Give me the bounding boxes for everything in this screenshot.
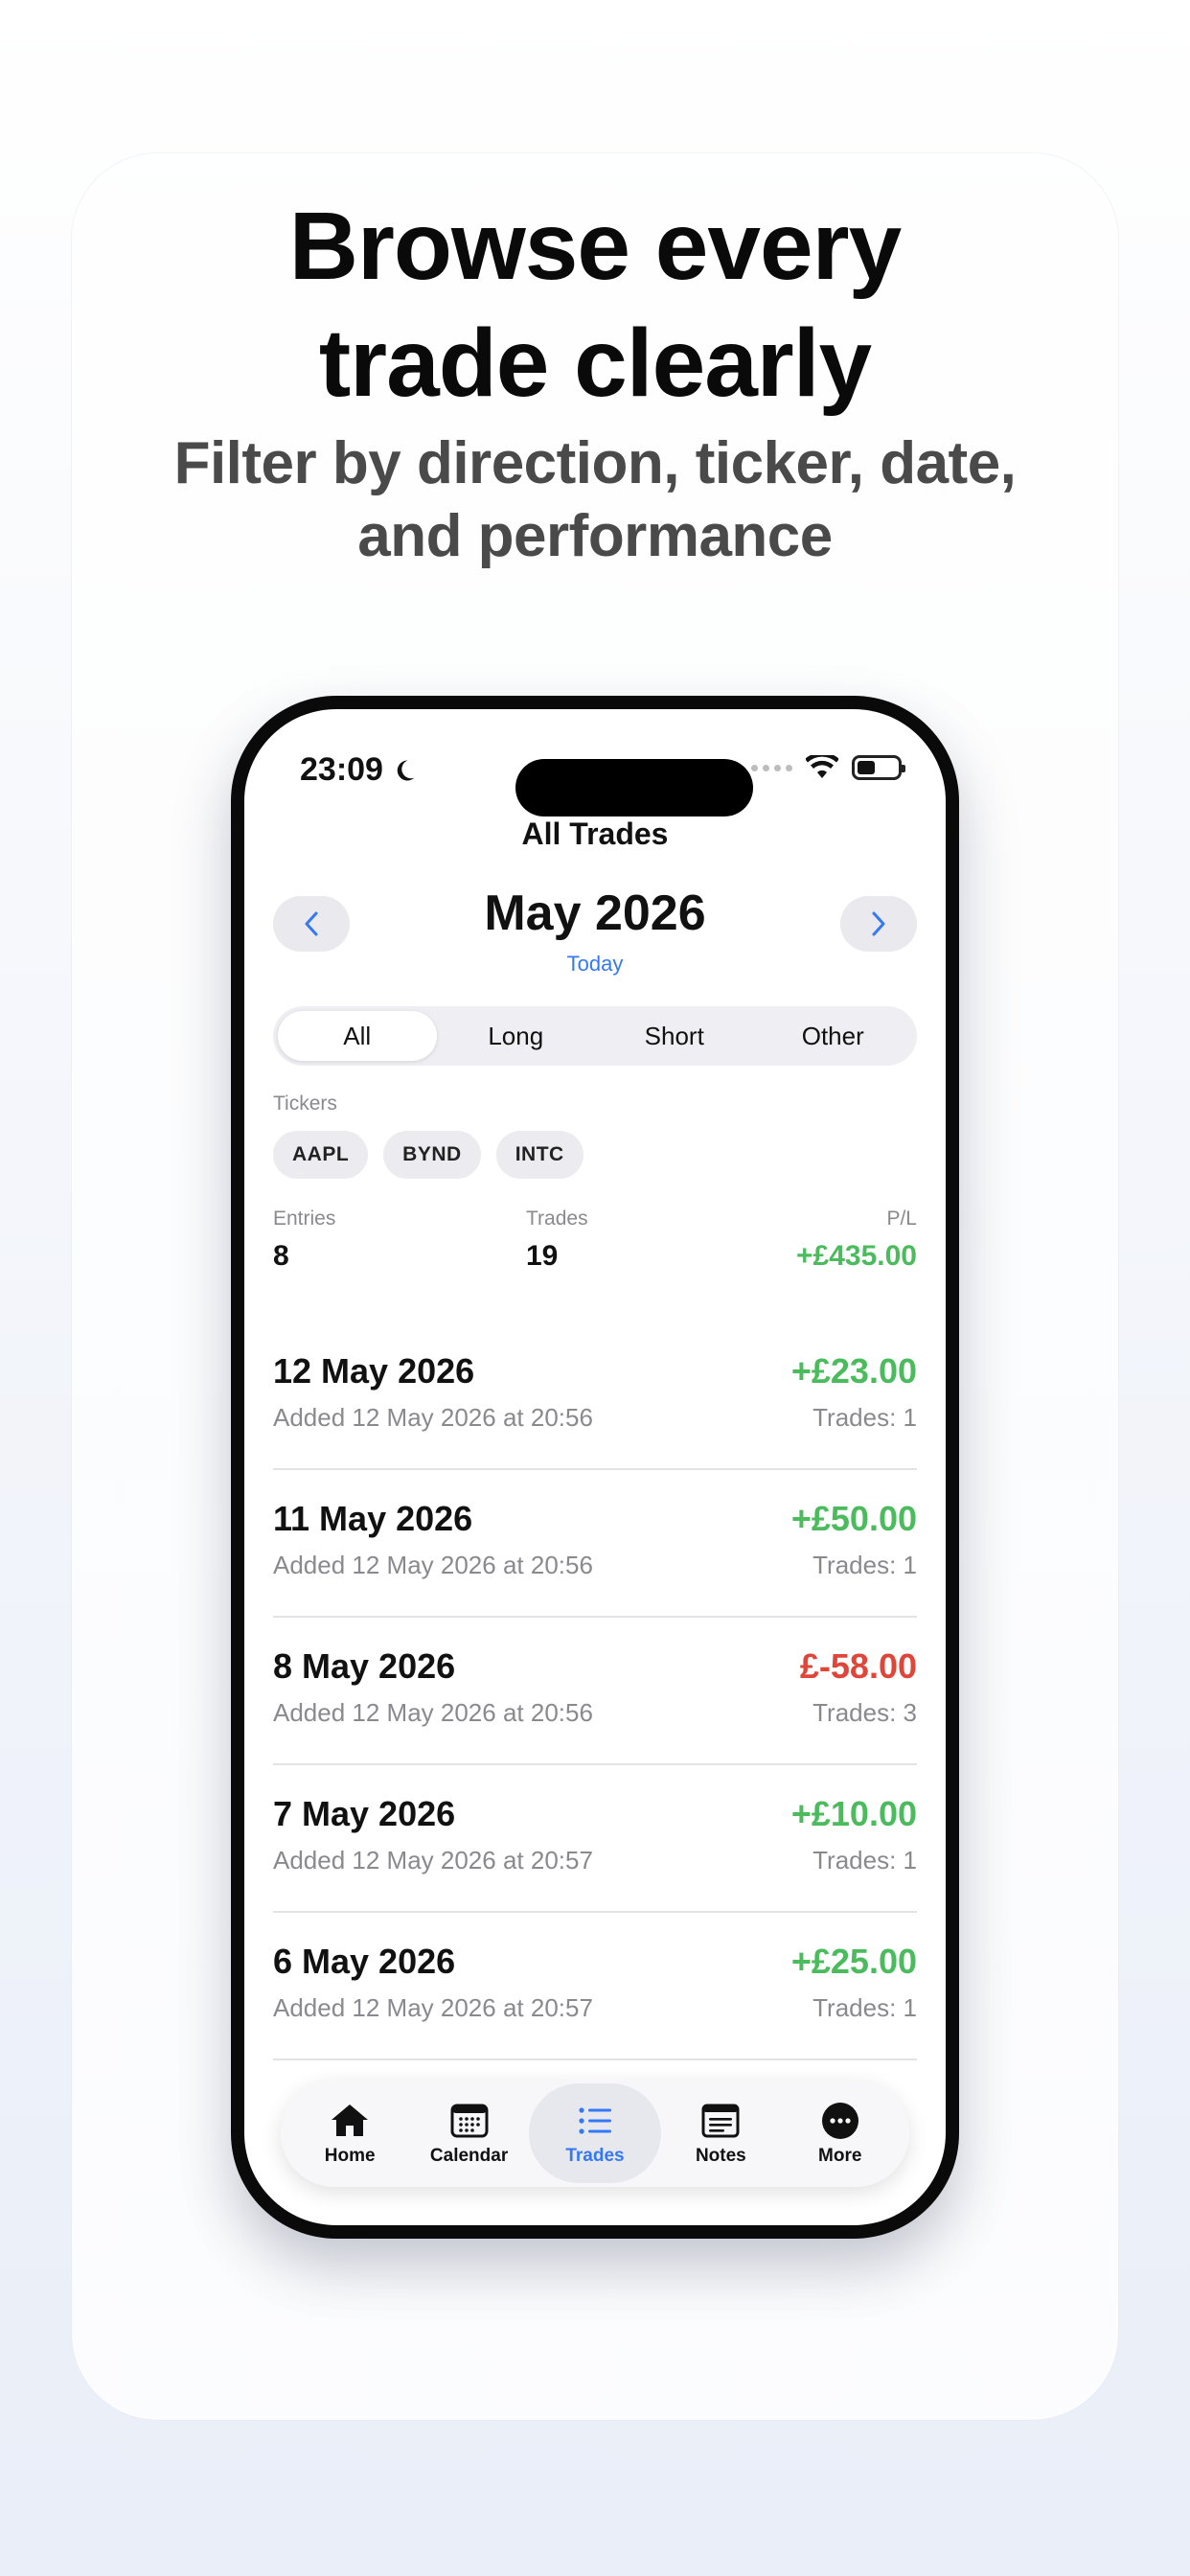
entry-date: 11 May 2026 [273,1499,473,1538]
dynamic-island [515,759,753,816]
trades-stat: Trades 19 [526,1208,588,1273]
filter-other[interactable]: Other [754,1011,913,1061]
tab-more[interactable]: More [781,2083,900,2183]
wifi-icon [806,755,838,778]
trade-list: 12 May 2026 Added 12 May 2026 at 20:56 +… [273,1322,917,2208]
entry-date: 8 May 2026 [273,1646,456,1686]
next-month-button[interactable] [840,896,917,952]
tab-trades[interactable]: Trades [528,2083,661,2183]
subheadline-line-2: and performance [357,503,833,569]
tab-home-label: Home [324,2146,376,2166]
ticker-chip-bynd[interactable]: BYND [383,1131,481,1179]
moon-icon [397,759,415,780]
entry-added: Added 12 May 2026 at 20:57 [273,1846,593,1874]
entry-pl: +£23.00 [790,1351,917,1391]
entry-pl: +£10.00 [790,1794,917,1833]
headline-line-2: trade clearly [318,310,872,417]
tickers-label: Tickers [273,1092,337,1115]
filter-all[interactable]: All [278,1011,437,1061]
ticker-chips: AAPL BYND INTC [273,1131,584,1179]
phone-screen: 23:09 All Trades May 2026 Today All Long… [244,709,946,2225]
entry-pl: +£50.00 [790,1499,917,1538]
headline-line-1: Browse every [288,193,902,300]
entry-pl: +£25.00 [790,1942,917,1981]
ticker-chip-aapl[interactable]: AAPL [273,1131,369,1179]
list-item[interactable]: 7 May 2026 Added 12 May 2026 at 20:57 +£… [273,1765,917,1913]
house-icon [332,2104,369,2136]
tab-notes[interactable]: Notes [661,2083,780,2183]
entry-trade-count: Trades: 1 [812,1403,917,1432]
chevron-right-icon [872,911,885,936]
subheadline-line-1: Filter by direction, ticker, date, [173,430,1017,496]
trades-value: 19 [526,1240,559,1272]
entries-value: 8 [273,1240,289,1272]
entry-pl: £-58.00 [799,1646,917,1686]
calendar-icon [450,2104,489,2138]
ticker-chip-intc[interactable]: INTC [495,1131,584,1179]
entry-trade-count: Trades: 3 [812,1698,917,1727]
summary-stats: Entries 8 Trades 19 P/L +£435.00 [273,1208,917,1284]
tab-bar: Home Calendar Trades Notes More [281,2080,909,2187]
list-icon [579,2107,611,2134]
list-item[interactable]: 11 May 2026 Added 12 May 2026 at 20:56 +… [273,1470,917,1618]
entry-trade-count: Trades: 1 [812,1993,917,2022]
entry-trade-count: Trades: 1 [812,1846,917,1874]
status-time: 23:09 [300,751,418,789]
direction-filter: All Long Short Other [273,1006,917,1066]
promo-subheadline: Filter by direction, ticker, date, and p… [0,427,1190,573]
entry-date: 7 May 2026 [273,1794,456,1833]
page-title: All Trades [521,816,669,851]
entries-stat: Entries 8 [273,1208,335,1273]
filter-short[interactable]: Short [595,1011,754,1061]
month-selector: May 2026 Today [273,877,917,976]
tab-more-label: More [818,2146,862,2166]
tab-calendar[interactable]: Calendar [410,2083,529,2183]
entry-date: 12 May 2026 [273,1351,475,1391]
phone-frame: 23:09 All Trades May 2026 Today All Long… [231,696,959,2239]
pl-value: +£435.00 [796,1240,917,1272]
filter-long[interactable]: Long [437,1011,596,1061]
status-indicators [751,755,905,780]
trades-label: Trades [526,1208,588,1230]
more-icon [821,2103,858,2139]
list-item[interactable]: 12 May 2026 Added 12 May 2026 at 20:56 +… [273,1322,917,1470]
entry-date: 6 May 2026 [273,1942,456,1981]
signal-icon [751,764,792,771]
battery-icon [852,755,905,780]
entries-label: Entries [273,1208,336,1230]
entry-added: Added 12 May 2026 at 20:56 [273,1403,593,1432]
entry-added: Added 12 May 2026 at 20:56 [273,1551,593,1579]
tab-calendar-label: Calendar [429,2146,509,2166]
promo-headline: Browse every trade clearly [0,188,1190,422]
entry-added: Added 12 May 2026 at 20:56 [273,1698,593,1727]
tab-notes-label: Notes [695,2146,746,2166]
list-item[interactable]: 8 May 2026 Added 12 May 2026 at 20:56 £-… [273,1618,917,1765]
list-item[interactable]: 6 May 2026 Added 12 May 2026 at 20:57 +£… [273,1913,917,2060]
pl-label: P/L [886,1208,917,1230]
entry-trade-count: Trades: 1 [812,1551,917,1579]
tab-home[interactable]: Home [290,2083,409,2183]
today-button[interactable]: Today [273,952,917,977]
notes-icon [701,2104,740,2138]
status-time-text: 23:09 [300,751,383,788]
entry-added: Added 12 May 2026 at 20:57 [273,1993,593,2022]
pl-stat: P/L +£435.00 [796,1208,917,1273]
tab-trades-label: Trades [565,2146,625,2166]
month-title: May 2026 [484,886,706,941]
